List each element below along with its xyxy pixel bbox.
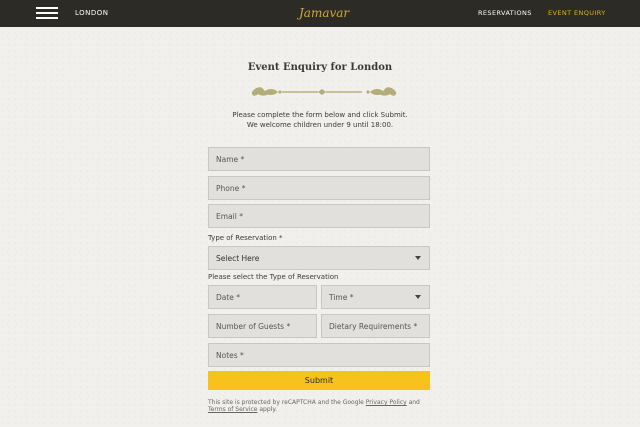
caret-down-icon xyxy=(415,256,421,260)
intro-line-1: Please complete the form below and click… xyxy=(232,111,408,119)
intro-text: Please complete the form below and click… xyxy=(0,110,640,130)
reservation-type-select[interactable]: Select Here xyxy=(208,246,430,270)
reservation-type-label: Type of Reservation * xyxy=(208,234,283,242)
recaptcha-text-after: apply. xyxy=(257,406,277,413)
recaptcha-text-before: This site is protected by reCAPTCHA and … xyxy=(208,399,366,406)
terms-of-service-link[interactable]: Terms of Service xyxy=(208,406,257,413)
time-select[interactable]: Time * xyxy=(321,285,430,309)
privacy-policy-link[interactable]: Privacy Policy xyxy=(366,399,407,406)
date-input[interactable]: Date * xyxy=(208,285,317,309)
notes-input[interactable]: Notes * xyxy=(208,343,430,367)
recaptcha-and-text: and xyxy=(406,399,420,406)
email-input[interactable]: Email * xyxy=(208,204,430,228)
jamavar-logo[interactable]: Jamavar xyxy=(299,2,349,25)
reservation-type-hint: Please select the Type of Reservation xyxy=(208,273,339,281)
ornament-divider-icon xyxy=(251,87,397,96)
hamburger-line xyxy=(36,17,58,19)
hamburger-line xyxy=(36,12,58,14)
recaptcha-notice: This site is protected by reCAPTCHA and … xyxy=(208,399,433,413)
name-input[interactable]: Name * xyxy=(208,147,430,171)
intro-line-2: We welcome children under 9 until 18:00. xyxy=(246,121,394,129)
reservation-type-value: Select Here xyxy=(216,253,260,263)
number-of-guests-input[interactable]: Number of Guests * xyxy=(208,314,317,338)
nav-reservations-link[interactable]: RESERVATIONS xyxy=(478,9,532,17)
time-select-value: Time * xyxy=(329,292,354,302)
dietary-requirements-input[interactable]: Dietary Requirements * xyxy=(321,314,430,338)
top-nav-bar: LONDON Jamavar RESERVATIONS EVENT ENQUIR… xyxy=(0,0,640,27)
caret-down-icon xyxy=(415,295,421,299)
hamburger-menu-icon[interactable] xyxy=(36,6,58,21)
submit-button[interactable]: Submit xyxy=(208,371,430,390)
page-title: Event Enquiry for London xyxy=(247,62,393,73)
nav-event-enquiry-link[interactable]: EVENT ENQUIRY xyxy=(548,9,606,17)
location-label[interactable]: LONDON xyxy=(75,9,109,17)
hamburger-line xyxy=(36,7,58,9)
phone-input[interactable]: Phone * xyxy=(208,176,430,200)
